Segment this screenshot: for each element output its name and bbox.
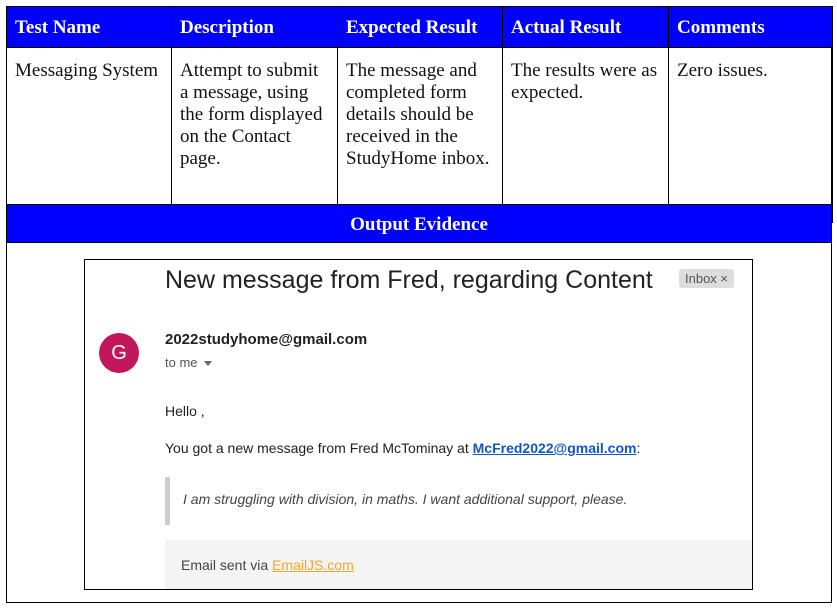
email-footer: Email sent via EmailJS.com	[165, 540, 752, 589]
header-comments: Comments	[668, 6, 833, 48]
cell-actual-result: The results were as expected.	[502, 47, 669, 223]
message-line-suffix: :	[636, 440, 641, 456]
emailjs-link[interactable]: EmailJS.com	[272, 557, 354, 573]
recipient-dropdown[interactable]: to me	[165, 355, 212, 370]
cell-description: Attempt to submit a message, using the f…	[171, 47, 338, 223]
header-actual-result: Actual Result	[502, 6, 669, 48]
footer-text: Email sent via EmailJS.com	[181, 557, 354, 573]
table-row: Messaging System Attempt to submit a mes…	[6, 47, 833, 223]
sender-address: 2022studyhome@gmail.com	[165, 331, 368, 348]
test-table: Test Name Description Expected Result Ac…	[6, 6, 833, 223]
email-greeting: Hello ,	[165, 403, 205, 419]
header-test-name: Test Name	[6, 6, 172, 48]
email-subject: New message from Fred, regarding Content	[165, 266, 653, 294]
sender-email-link[interactable]: McFred2022@gmail.com	[473, 440, 637, 456]
footer-prefix: Email sent via	[181, 557, 273, 573]
header-expected-result: Expected Result	[337, 6, 503, 48]
quoted-message-text: I am struggling with division, in maths.…	[183, 491, 628, 507]
chevron-down-icon	[203, 361, 212, 367]
email-message-line: You got a new message from Fred McTomina…	[165, 440, 640, 456]
cell-expected-result: The message and completed form details s…	[337, 47, 503, 223]
email-screenshot: New message from Fred, regarding Content…	[84, 259, 753, 590]
message-line-prefix: You got a new message from Fred McTomina…	[165, 440, 473, 456]
quoted-message: I am struggling with division, in maths.…	[165, 477, 740, 525]
avatar: G	[99, 333, 139, 373]
to-me-label: to me	[165, 355, 198, 370]
cell-test-name: Messaging System	[6, 47, 172, 223]
cell-comments: Zero issues.	[668, 47, 833, 223]
header-description: Description	[171, 6, 338, 48]
output-evidence-heading: Output Evidence	[6, 204, 832, 243]
inbox-label-chip[interactable]: Inbox ×	[679, 269, 735, 288]
table-header-row: Test Name Description Expected Result Ac…	[6, 6, 833, 48]
